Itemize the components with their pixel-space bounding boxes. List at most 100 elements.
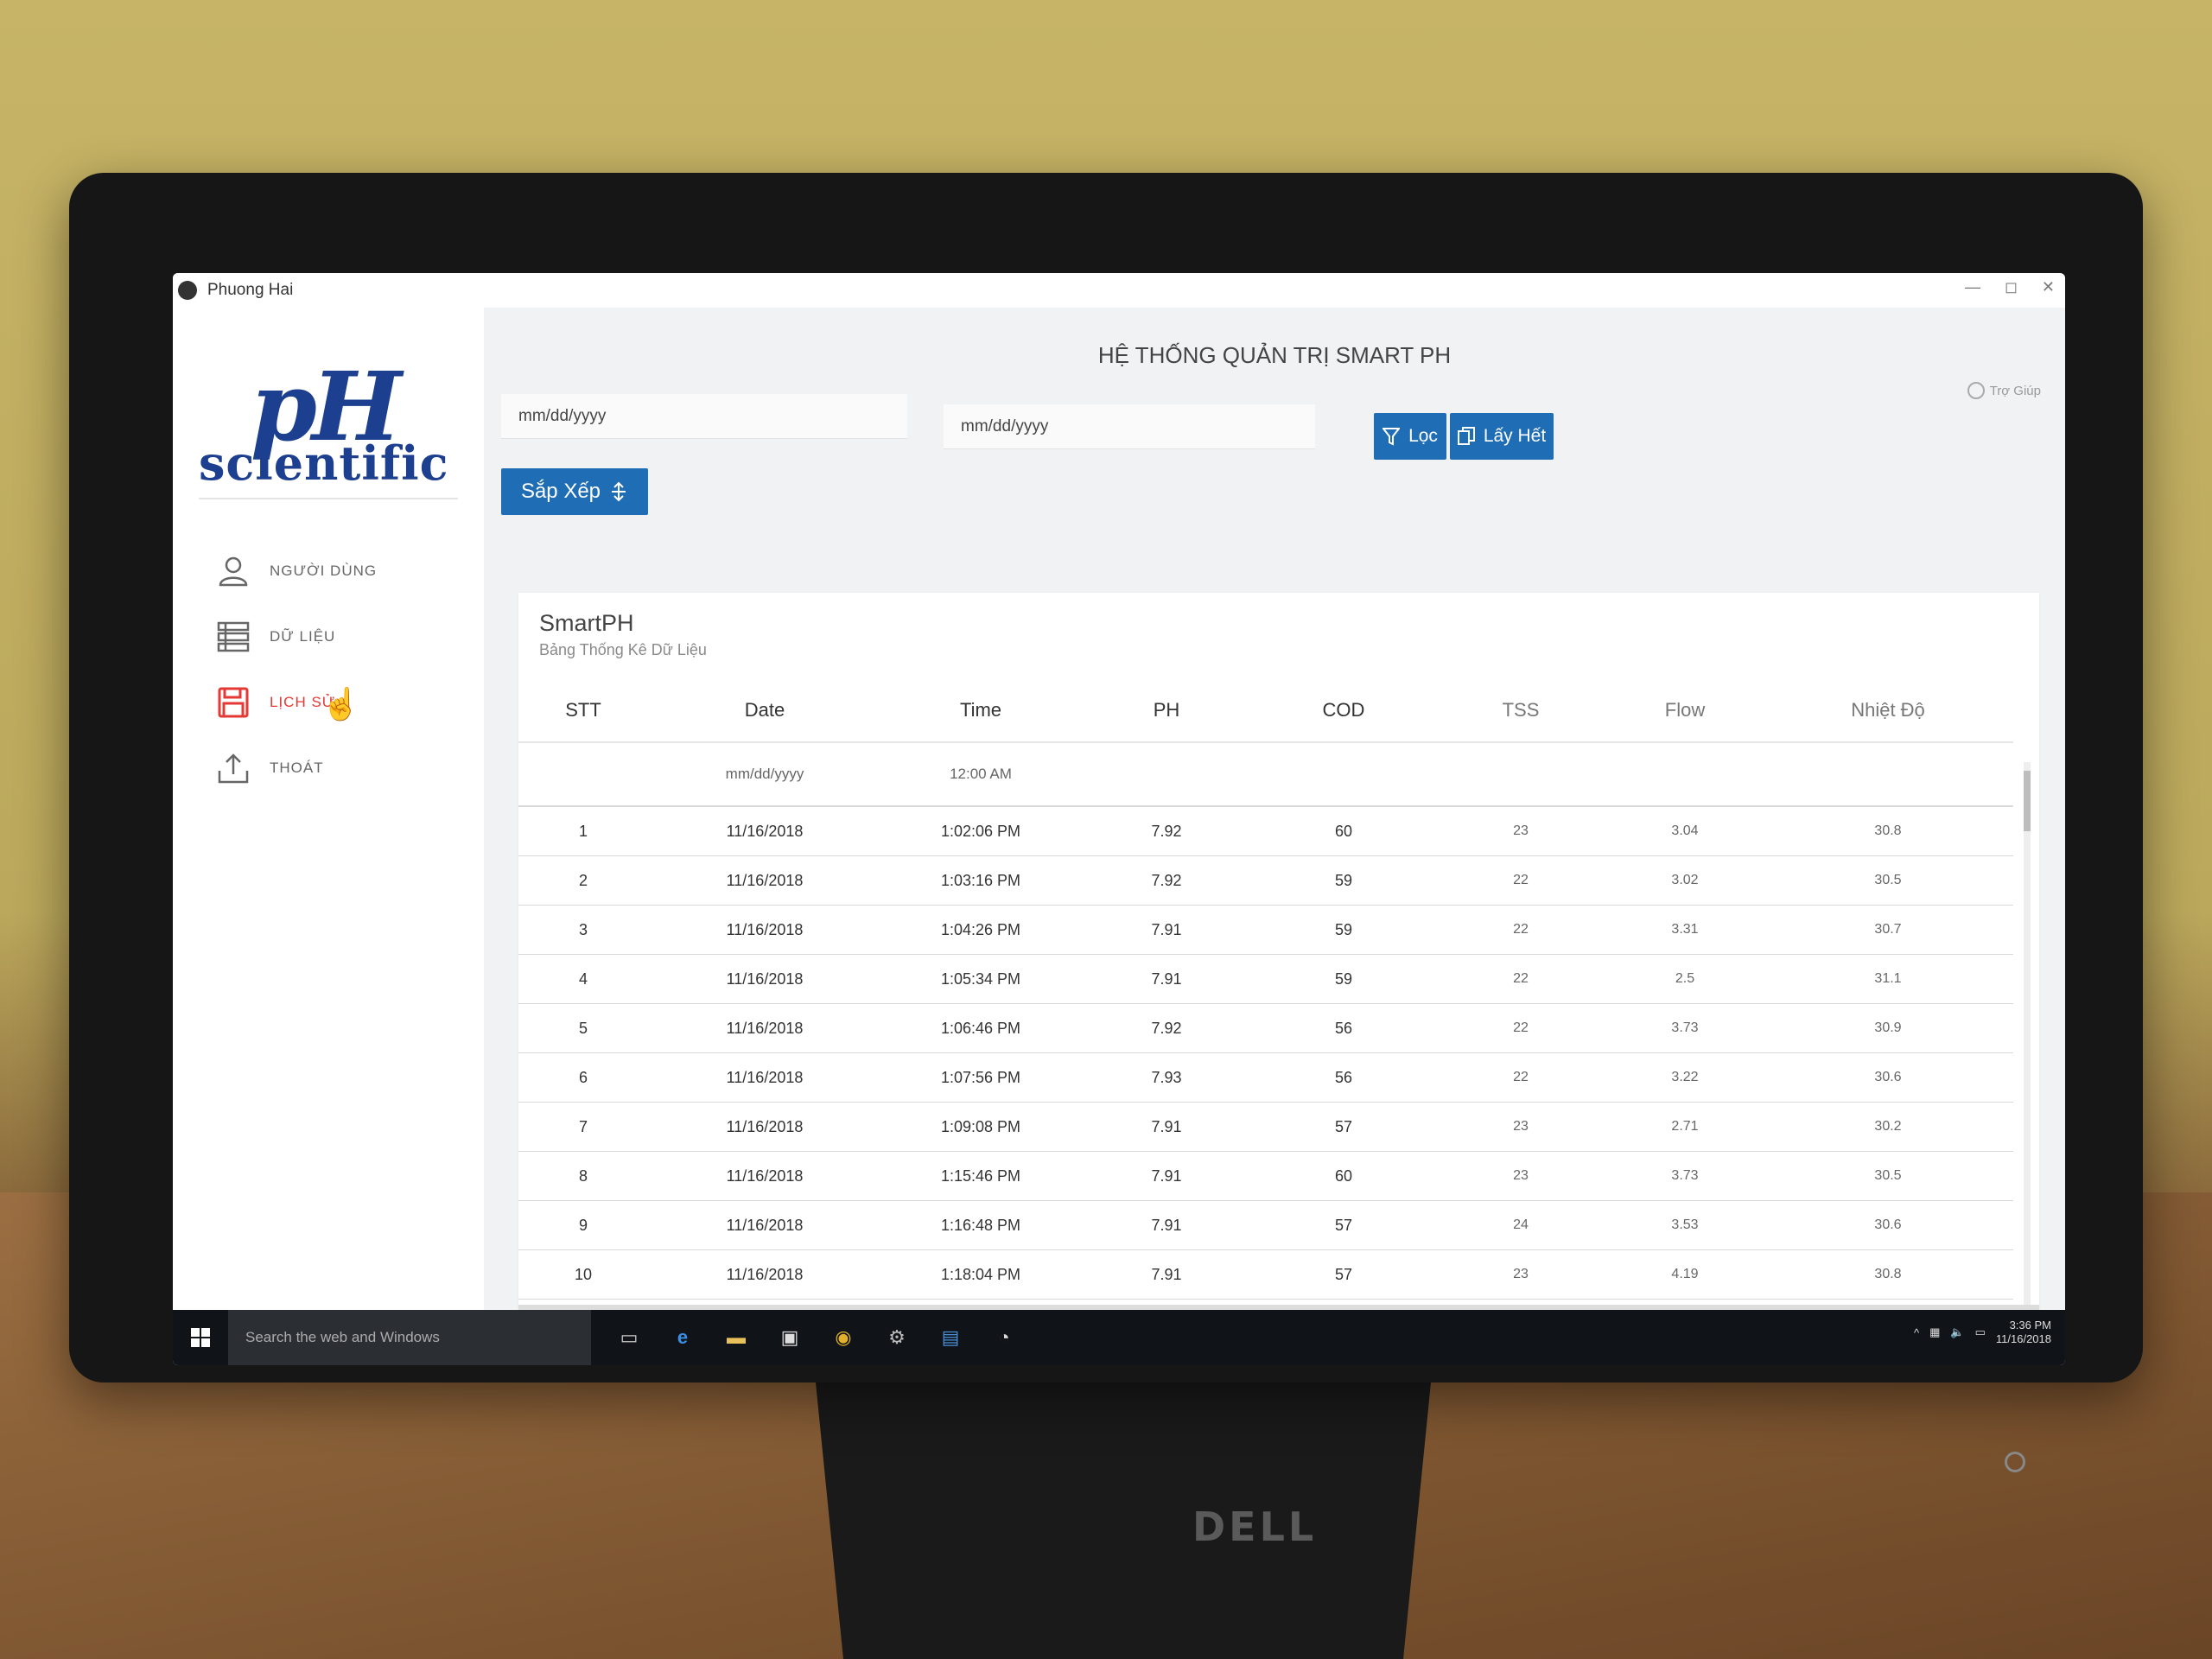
table-cell: 7.92 <box>1080 1003 1253 1053</box>
table-cell: 4.19 <box>1607 1249 1763 1300</box>
task-view-icon[interactable]: ▭ <box>612 1320 646 1355</box>
table-row[interactable]: 9 11/16/2018 1:16:48 PM 7.91 57 24 3.53 30.6 <box>518 1200 2013 1250</box>
help-link[interactable]: Trợ Giúp <box>1967 382 2041 399</box>
table-cell: 23 <box>1434 806 1607 856</box>
table-cell: 1:06:46 PM <box>881 1003 1080 1053</box>
filter-button[interactable]: Lọc <box>1374 413 1446 460</box>
taskbar-clock[interactable]: 3:36 PM 11/16/2018 <box>1996 1319 2051 1346</box>
maximize-icon[interactable]: ◻ <box>2005 278 2018 296</box>
sidebar: pH scientific NGƯỜI DÙNG DỮ LIỆU LỊCH SỬ… <box>173 308 484 1310</box>
column-header[interactable]: Nhiệt Độ <box>1763 679 2013 743</box>
table-cell <box>1080 742 1253 807</box>
sidebar-item-logout[interactable]: THOÁT <box>216 738 475 798</box>
table-row[interactable]: 4 11/16/2018 1:05:34 PM 7.91 59 22 2.5 31.1 <box>518 954 2013 1004</box>
start-button[interactable] <box>173 1310 228 1365</box>
table-cell: 1 <box>518 806 648 856</box>
column-header[interactable]: Flow <box>1607 679 1763 743</box>
chrome-icon[interactable]: ◉ <box>826 1320 861 1355</box>
close-icon[interactable]: ✕ <box>2042 278 2055 296</box>
settings-icon[interactable]: ⚙ <box>880 1320 914 1355</box>
clock-app-icon[interactable]: ◔ <box>987 1320 1021 1355</box>
table-cell <box>1434 742 1607 807</box>
column-header[interactable]: Date <box>648 679 881 743</box>
file-explorer-icon[interactable]: ▬ <box>719 1320 753 1355</box>
sort-button[interactable]: Sắp Xếp <box>501 468 648 515</box>
sort-icon <box>612 481 626 502</box>
power-button-icon[interactable] <box>2005 1452 2025 1472</box>
sidebar-item-label: THOÁT <box>270 760 324 776</box>
table-cell: 11/16/2018 <box>648 954 881 1004</box>
table-cell: 56 <box>1253 1052 1434 1103</box>
funnel-icon <box>1382 428 1401 446</box>
sidebar-item-users[interactable]: NGƯỜI DÙNG <box>216 541 475 601</box>
column-header[interactable]: TSS <box>1434 679 1607 743</box>
table-row[interactable]: 7 11/16/2018 1:09:08 PM 7.91 57 23 2.71 30.2 <box>518 1102 2013 1152</box>
start-date-input[interactable]: mm/dd/yyyy <box>501 394 907 439</box>
hand-cursor-icon: ☝ <box>321 686 360 721</box>
remote-desktop-icon[interactable]: ▤ <box>933 1320 968 1355</box>
tray-chevron-icon[interactable]: ^ <box>1914 1326 1919 1339</box>
volume-icon[interactable]: 🔈 <box>1950 1325 1964 1339</box>
edge-icon[interactable]: e <box>665 1320 700 1355</box>
table-cell: 11/16/2018 <box>648 1003 881 1053</box>
taskbar: Search the web and Windows ▭ e ▬ ▣ ◉ ⚙ ▤… <box>173 1310 2065 1365</box>
table-cell: 60 <box>1253 806 1434 856</box>
table-row[interactable]: 2 11/16/2018 1:03:16 PM 7.92 59 22 3.02 30.5 <box>518 855 2013 906</box>
table-row[interactable]: 6 11/16/2018 1:07:56 PM 7.93 56 22 3.22 30.6 <box>518 1052 2013 1103</box>
get-all-button-label: Lấy Hết <box>1483 426 1547 446</box>
table-filter-row: mm/dd/yyyy 12:00 AM <box>518 742 2013 807</box>
minimize-icon[interactable]: — <box>1965 278 1980 296</box>
table-cell: 11/16/2018 <box>648 905 881 955</box>
table-cell: 11/16/2018 <box>648 1249 881 1300</box>
table-row[interactable]: 10 11/16/2018 1:18:04 PM 7.91 57 23 4.19 30.8 <box>518 1249 2013 1300</box>
table-cell: 3.31 <box>1607 905 1763 955</box>
message-icon[interactable]: ▭ <box>1975 1325 1986 1339</box>
table-row[interactable]: 5 11/16/2018 1:06:46 PM 7.92 56 22 3.73 30.9 <box>518 1003 2013 1053</box>
divider <box>199 498 458 499</box>
table-cell: 1:03:16 PM <box>881 855 1080 906</box>
table-cell: 11/16/2018 <box>648 1102 881 1152</box>
vertical-scrollbar[interactable] <box>2024 762 2031 1310</box>
table-row[interactable]: 1 11/16/2018 1:02:06 PM 7.92 60 23 3.04 30.8 <box>518 806 2013 856</box>
upload-icon <box>216 751 251 785</box>
table-row[interactable]: 3 11/16/2018 1:04:26 PM 7.91 59 22 3.31 30.7 <box>518 905 2013 955</box>
get-all-button[interactable]: Lấy Hết <box>1450 413 1554 460</box>
table-cell: 23 <box>1434 1249 1607 1300</box>
network-icon[interactable]: ▦ <box>1929 1325 1940 1339</box>
end-date-input[interactable]: mm/dd/yyyy <box>944 404 1315 449</box>
table-cell: 60 <box>1253 1151 1434 1201</box>
main-content: HỆ THỐNG QUẢN TRỊ SMART PH Trợ Giúp mm/d… <box>484 308 2065 1312</box>
table-cell: 7.92 <box>1080 806 1253 856</box>
table-cell: 3.73 <box>1607 1151 1763 1201</box>
table-cell: 30.2 <box>1763 1102 2013 1152</box>
table-cell <box>1607 742 1763 807</box>
table-cell: 57 <box>1253 1200 1434 1250</box>
table-cell: 2.71 <box>1607 1102 1763 1152</box>
column-header[interactable]: Time <box>881 679 1080 743</box>
table-cell: 7.91 <box>1080 1102 1253 1152</box>
scrollbar-thumb[interactable] <box>2024 771 2031 831</box>
column-header[interactable]: COD <box>1253 679 1434 743</box>
taskbar-search[interactable]: Search the web and Windows <box>228 1310 591 1365</box>
table-cell: 56 <box>1253 1003 1434 1053</box>
table-cell: 30.8 <box>1763 1249 2013 1300</box>
windows-icon <box>191 1328 210 1347</box>
taskbar-date: 11/16/2018 <box>1995 1332 2051 1345</box>
user-icon <box>216 554 251 588</box>
table-cell: 7.93 <box>1080 1052 1253 1103</box>
table-cell: 59 <box>1253 954 1434 1004</box>
date-filter-input[interactable]: mm/dd/yyyy <box>648 742 881 807</box>
table-header-row: STT Date Time PH COD TSS Flow Nhiệt Độ <box>518 679 2013 743</box>
sidebar-item-data[interactable]: DỮ LIỆU <box>216 607 475 667</box>
sidebar-item-label: DỮ LIỆU <box>270 628 336 645</box>
table-row[interactable]: 8 11/16/2018 1:15:46 PM 7.91 60 23 3.73 30.5 <box>518 1151 2013 1201</box>
column-header[interactable]: PH <box>1080 679 1253 743</box>
store-icon[interactable]: ▣ <box>772 1320 807 1355</box>
table-cell <box>1253 742 1434 807</box>
table-cell: 8 <box>518 1151 648 1201</box>
table-cell: 7 <box>518 1102 648 1152</box>
table-cell: 7.91 <box>1080 954 1253 1004</box>
table-cell: 7.92 <box>1080 855 1253 906</box>
time-filter-input[interactable]: 12:00 AM <box>881 742 1080 807</box>
column-header[interactable]: STT <box>518 679 648 743</box>
